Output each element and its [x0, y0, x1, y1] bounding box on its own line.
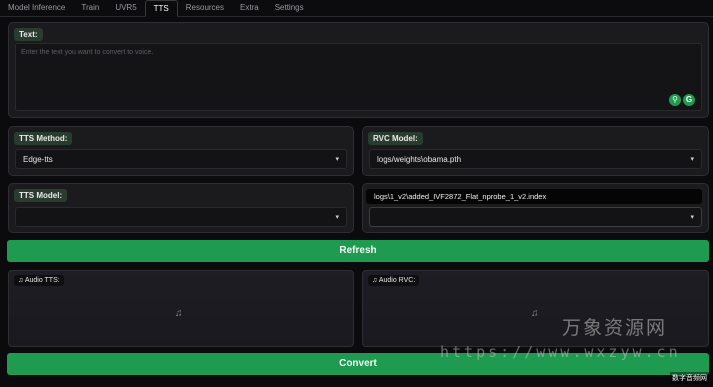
chevron-down-icon: ▾ [335, 214, 339, 221]
rvc-model-value: logs/weights\obama.pth [377, 155, 462, 164]
tab-tts[interactable]: TTS [144, 0, 178, 17]
chevron-down-icon: ▾ [690, 156, 694, 163]
tts-model-select[interactable]: ▾ [15, 207, 347, 227]
watermark-url: https://www.wxzyw.cn [440, 343, 681, 361]
chevron-down-icon: ▾ [335, 156, 339, 163]
text-label: Text: [14, 28, 43, 41]
watermark-corner: 数字音频网 [670, 372, 709, 384]
tts-model-panel: TTS Model: ▾ [8, 183, 354, 233]
audio-rvc-label: ♫ Audio RVC: [368, 275, 420, 286]
pin-icon[interactable]: ⚲ [669, 94, 681, 106]
music-icon: ♫ [18, 277, 24, 284]
tab-uvr5[interactable]: UVR5 [107, 0, 144, 17]
music-note-icon: ♫ [175, 308, 183, 319]
tts-method-label: TTS Method: [14, 132, 73, 145]
grammarly-icon[interactable]: G [683, 94, 695, 106]
watermark-chinese: 万象资源网 [562, 317, 668, 339]
tts-method-value: Edge-tts [23, 155, 53, 164]
text-input[interactable]: Enter the text you want to convert to vo… [15, 43, 702, 111]
tts-method-panel: TTS Method: Edge-tts ▾ [8, 126, 354, 176]
rvc-model-select[interactable]: logs/weights\obama.pth ▾ [369, 149, 702, 169]
index-file-tooltip: logs\1_v2\added_IVF2872_Flat_nprobe_1_v2… [366, 189, 702, 204]
refresh-button[interactable]: Refresh [7, 240, 709, 262]
rvc-model-panel: RVC Model: logs/weights\obama.pth ▾ [362, 126, 709, 176]
music-icon: ♫ [372, 277, 378, 284]
text-input-extension-icons: ⚲ G [669, 94, 695, 106]
tab-train[interactable]: Train [73, 0, 107, 17]
tab-bar: Model Inference Train UVR5 TTS Resources… [0, 0, 713, 17]
index-file-select[interactable]: ▾ [369, 207, 702, 227]
audio-tts-player[interactable]: ♫ Audio TTS: ♫ [8, 270, 354, 347]
text-panel: Text: Enter the text you want to convert… [8, 22, 709, 118]
tts-model-label: TTS Model: [14, 189, 68, 202]
tab-model-inference[interactable]: Model Inference [0, 0, 73, 17]
text-input-placeholder: Enter the text you want to convert to vo… [21, 49, 154, 56]
tab-resources[interactable]: Resources [178, 0, 232, 17]
tab-settings[interactable]: Settings [267, 0, 312, 17]
chevron-down-icon: ▾ [690, 214, 694, 221]
audio-tts-label: ♫ Audio TTS: [14, 275, 64, 286]
rvc-model-label: RVC Model: [368, 132, 423, 145]
tts-method-select[interactable]: Edge-tts ▾ [15, 149, 347, 169]
tab-extra[interactable]: Extra [232, 0, 267, 17]
music-note-icon: ♫ [531, 308, 539, 319]
